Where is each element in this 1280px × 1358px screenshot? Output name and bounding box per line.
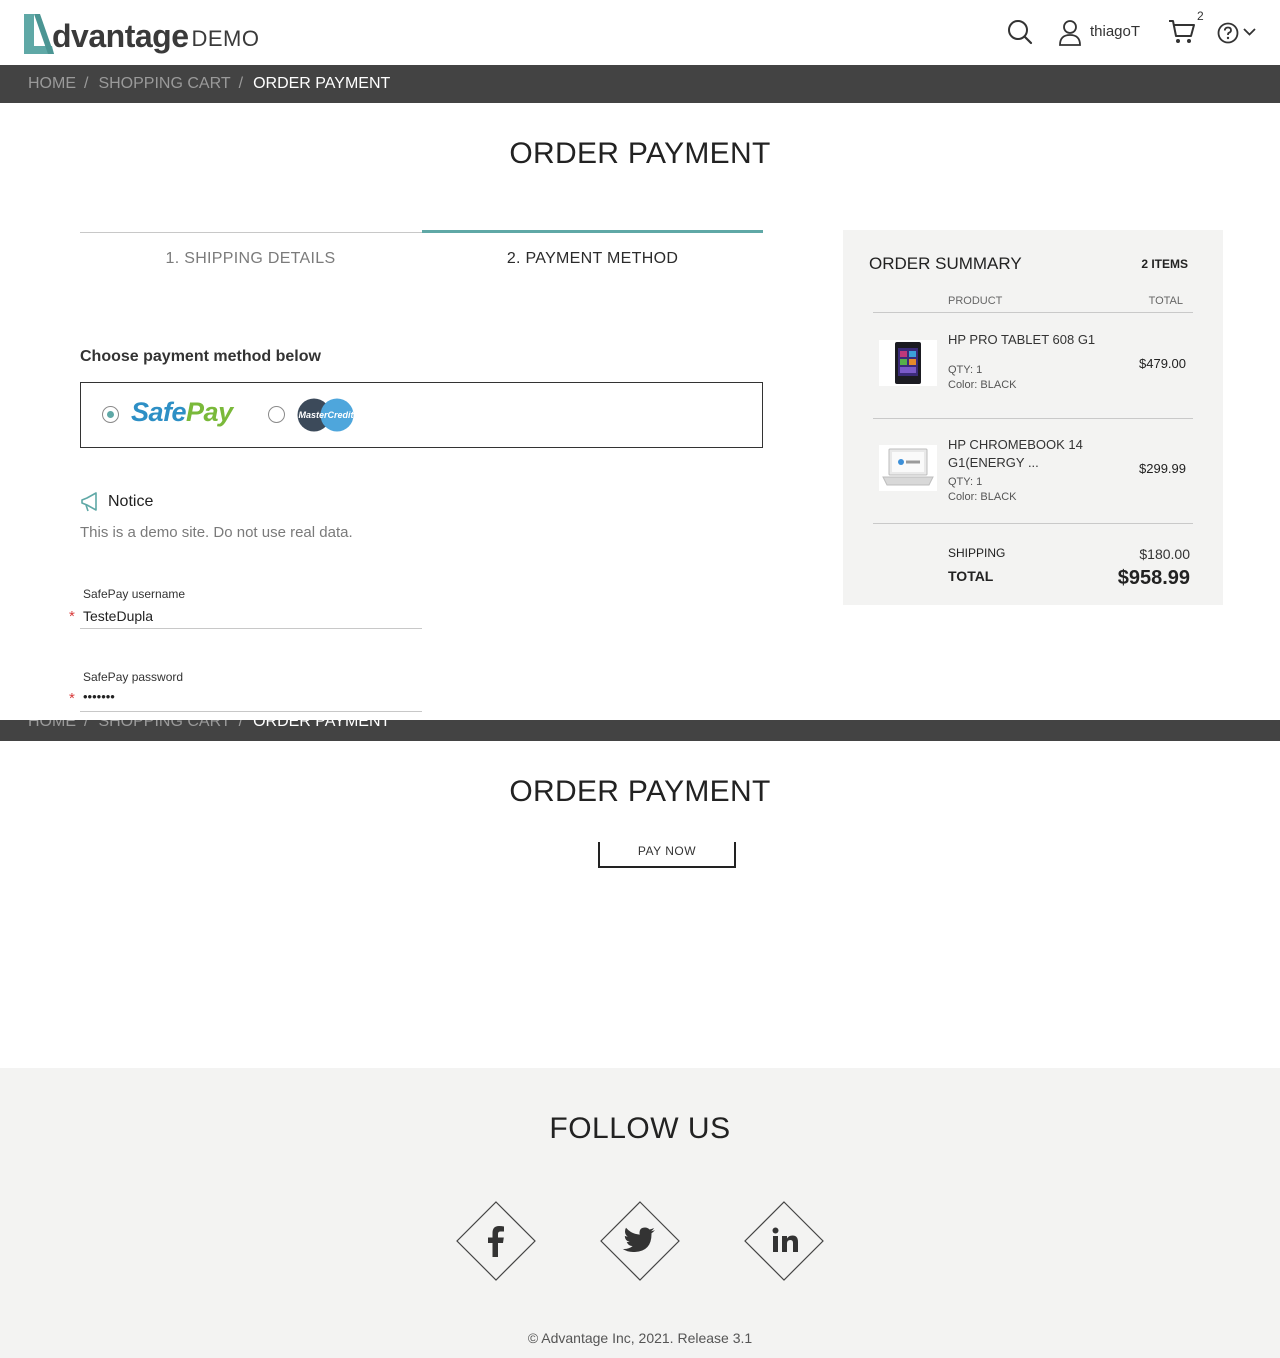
order-summary-title: ORDER SUMMARY bbox=[869, 254, 1022, 273]
breadcrumb-current: ORDER PAYMENT bbox=[253, 75, 391, 92]
safepay-password-input[interactable]: ••••••• bbox=[83, 689, 115, 704]
product-name[interactable]: HP CHROMEBOOK 14 G1(ENERGY ... bbox=[948, 436, 1098, 472]
advantage-logo[interactable]: dvantage DEMO bbox=[22, 8, 259, 56]
product-color: Color: BLACK bbox=[948, 379, 1017, 391]
payment-method-selector: SafePay MasterCredit bbox=[80, 382, 763, 448]
facebook-icon[interactable] bbox=[456, 1201, 536, 1281]
footer: FOLLOW US © Advantage Inc, 2021. Release… bbox=[0, 1068, 1280, 1358]
mastercredit-logo[interactable]: MasterCredit bbox=[297, 398, 355, 432]
tab-payment-method[interactable]: 2. PAYMENT METHOD bbox=[422, 250, 763, 268]
logo-word: dvantage bbox=[52, 18, 189, 54]
total-label: TOTAL bbox=[948, 568, 994, 584]
shipping-label: SHIPPING bbox=[948, 546, 1006, 560]
breadcrumb-shopping-cart[interactable]: SHOPPING CART bbox=[98, 720, 230, 731]
breadcrumb-bar: HOME / SHOPPING CART / ORDER PAYMENT bbox=[0, 65, 1280, 103]
breadcrumb: HOME / SHOPPING CART / ORDER PAYMENT bbox=[28, 75, 390, 93]
safepay-password-label: SafePay password bbox=[83, 670, 184, 684]
megaphone-icon bbox=[81, 492, 97, 512]
shipping-value: $180.00 bbox=[1139, 546, 1190, 562]
password-underline bbox=[80, 711, 422, 712]
mastercredit-radio[interactable] bbox=[268, 406, 285, 423]
breadcrumb-shopping-cart[interactable]: SHOPPING CART bbox=[98, 75, 230, 93]
twitter-icon[interactable] bbox=[600, 1201, 680, 1281]
breadcrumb-separator: / bbox=[238, 720, 244, 730]
breadcrumb-home[interactable]: HOME bbox=[28, 75, 76, 93]
product-thumbnail[interactable] bbox=[879, 445, 937, 491]
top-header: dvantage DEMO thiagoT 2 bbox=[0, 0, 1280, 65]
summary-divider bbox=[873, 312, 1193, 313]
product-qty: QTY: 1 bbox=[948, 364, 983, 376]
step-active-indicator bbox=[422, 230, 763, 233]
user-name[interactable]: thiagoT bbox=[1090, 23, 1140, 40]
safepay-username-label: SafePay username bbox=[83, 587, 186, 601]
required-mark: * bbox=[69, 690, 75, 707]
breadcrumb-separator: / bbox=[238, 75, 244, 92]
page-title-repeat: ORDER PAYMENT bbox=[509, 775, 771, 808]
summary-divider bbox=[873, 523, 1193, 524]
product-name[interactable]: HP PRO TABLET 608 G1 bbox=[948, 331, 1098, 349]
notice-title: Notice bbox=[108, 493, 154, 510]
breadcrumb-separator: / bbox=[84, 75, 89, 92]
breadcrumb: HOME / SHOPPING CART / ORDER PAYMENT bbox=[28, 720, 390, 731]
required-mark: * bbox=[69, 608, 75, 625]
chevron-down-icon[interactable] bbox=[1243, 27, 1256, 37]
breadcrumb-bar-sticky: HOME / SHOPPING CART / ORDER PAYMENT bbox=[0, 720, 1280, 741]
order-items-count: 2 ITEMS bbox=[1141, 257, 1188, 271]
notice-text: This is a demo site. Do not use real dat… bbox=[80, 524, 353, 541]
column-total: TOTAL bbox=[1148, 295, 1183, 307]
username-underline bbox=[80, 628, 422, 629]
breadcrumb-separator: / bbox=[84, 720, 89, 730]
product-thumbnail[interactable] bbox=[879, 340, 937, 386]
safepay-logo[interactable]: SafePay bbox=[131, 397, 233, 428]
pay-now-button[interactable]: PAY NOW bbox=[598, 842, 736, 868]
tab-shipping-details[interactable]: 1. SHIPPING DETAILS bbox=[80, 250, 421, 268]
product-price: $299.99 bbox=[1139, 461, 1186, 476]
page-title: ORDER PAYMENT bbox=[509, 137, 771, 170]
step-divider bbox=[80, 232, 422, 233]
svg-text:MasterCredit: MasterCredit bbox=[298, 410, 354, 420]
summary-divider bbox=[873, 418, 1193, 419]
copyright-text: © Advantage Inc, 2021. Release 3.1 bbox=[527, 1330, 753, 1346]
search-icon[interactable] bbox=[1006, 18, 1034, 46]
user-icon[interactable] bbox=[1058, 19, 1082, 47]
help-icon[interactable] bbox=[1217, 22, 1239, 44]
column-product: PRODUCT bbox=[948, 295, 1003, 307]
logo-mark-icon bbox=[24, 14, 54, 54]
linkedin-icon[interactable] bbox=[744, 1201, 824, 1281]
safepay-username-input[interactable]: TesteDupla bbox=[83, 608, 153, 624]
follow-us-heading: FOLLOW US bbox=[549, 1112, 731, 1145]
order-summary-panel: ORDER SUMMARY 2 ITEMS PRODUCT TOTAL HP P… bbox=[843, 230, 1223, 605]
logo-demo: DEMO bbox=[191, 26, 260, 51]
payment-method-heading: Choose payment method below bbox=[80, 348, 321, 365]
product-qty: QTY: 1 bbox=[948, 476, 983, 488]
product-price: $479.00 bbox=[1139, 356, 1186, 371]
cart-icon[interactable] bbox=[1168, 19, 1196, 45]
total-value: $958.99 bbox=[1117, 567, 1190, 589]
breadcrumb-current: ORDER PAYMENT bbox=[253, 720, 391, 730]
breadcrumb-home[interactable]: HOME bbox=[28, 720, 76, 731]
safepay-radio[interactable] bbox=[102, 406, 119, 423]
product-color: Color: BLACK bbox=[948, 491, 1017, 503]
cart-count-badge: 2 bbox=[1197, 9, 1204, 23]
